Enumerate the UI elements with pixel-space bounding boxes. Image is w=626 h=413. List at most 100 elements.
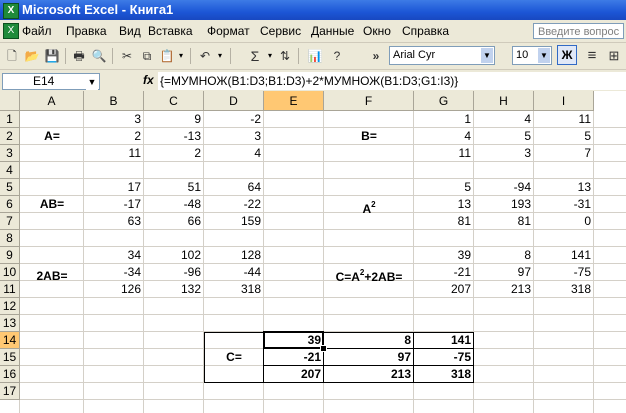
cell-c-1-3[interactable]: 141 <box>534 247 594 264</box>
menu-view[interactable]: Вид <box>119 23 141 39</box>
formula-input[interactable]: {=МУМНОЖ(B1:D3;B1:D3)+2*МУМНОЖ(B1:D3;G1:… <box>158 72 626 90</box>
row-header-11[interactable]: 11 <box>0 281 20 298</box>
cell-a-1-3[interactable]: -2 <box>204 111 264 128</box>
cell-ab-1-2[interactable]: 51 <box>144 179 204 196</box>
cell-a2-1-3[interactable]: 13 <box>534 179 594 196</box>
column-header-a[interactable]: A <box>20 91 84 111</box>
cell-twoab-1-2[interactable]: 102 <box>144 247 204 264</box>
cell-a2-3-3[interactable]: 0 <box>534 213 594 230</box>
print-preview-icon[interactable]: 🔍 <box>90 47 108 65</box>
cell-ab-2-3[interactable]: -22 <box>204 196 264 213</box>
font-name-select[interactable]: Arial Cyr ▼ <box>389 46 495 65</box>
cell-b-2-3[interactable]: 5 <box>534 128 594 145</box>
cell-twoab-2-1[interactable]: -34 <box>84 264 144 281</box>
cut-icon[interactable]: ✂ <box>118 47 136 65</box>
cell-a-2-1[interactable]: 2 <box>84 128 144 145</box>
column-header-f[interactable]: F <box>324 91 414 111</box>
autosum-icon[interactable]: Σ <box>246 47 264 65</box>
cell-c-2-3[interactable]: -75 <box>534 264 594 281</box>
new-document-icon[interactable]: 🗋 <box>3 47 21 65</box>
row-header-1[interactable]: 1 <box>0 111 20 128</box>
cell-twoab-3-3[interactable]: 318 <box>204 281 264 298</box>
column-header-d[interactable]: D <box>204 91 264 111</box>
open-folder-icon[interactable]: 📂 <box>23 47 41 65</box>
row-header-9[interactable]: 9 <box>0 247 20 264</box>
row-header-10[interactable]: 10 <box>0 264 20 281</box>
cell-twoab-1-1[interactable]: 34 <box>84 247 144 264</box>
paste-dropdown-icon[interactable]: ▾ <box>177 47 185 65</box>
row-header-15[interactable]: 15 <box>0 349 20 366</box>
menu-file[interactable]: Файл <box>22 23 52 39</box>
help-icon[interactable]: ? <box>328 47 346 65</box>
save-icon[interactable]: 💾 <box>43 47 61 65</box>
cell-ab-1-3[interactable]: 64 <box>204 179 264 196</box>
chart-wizard-icon[interactable]: 📊 <box>306 47 324 65</box>
align-left-icon[interactable]: ≡ <box>583 47 601 65</box>
cell-ab-2-1[interactable]: -17 <box>84 196 144 213</box>
cell-a-3-2[interactable]: 2 <box>144 145 204 162</box>
column-header-b[interactable]: B <box>84 91 144 111</box>
cell-ab-3-3[interactable]: 159 <box>204 213 264 230</box>
cell-twoab-3-1[interactable]: 126 <box>84 281 144 298</box>
cell-twoab-2-3[interactable]: -44 <box>204 264 264 281</box>
row-header-7[interactable]: 7 <box>0 213 20 230</box>
cell-b-1-3[interactable]: 11 <box>534 111 594 128</box>
row-header-5[interactable]: 5 <box>0 179 20 196</box>
cell-c-3-2[interactable]: 213 <box>474 281 534 298</box>
worksheet-grid[interactable]: A B C D E F G H I 1 2 3 4 5 6 7 8 9 10 11 12 13 14 15 16 17 3 9 -2 2-… <box>0 91 626 413</box>
cell-ab-2-2[interactable]: -48 <box>144 196 204 213</box>
cell-b-3-3[interactable]: 7 <box>534 145 594 162</box>
cell-a2-3-2[interactable]: 81 <box>474 213 534 230</box>
print-icon[interactable]: 🖶 <box>70 47 88 65</box>
cell-b-1-2[interactable]: 4 <box>474 111 534 128</box>
cell-a-2-2[interactable]: -13 <box>144 128 204 145</box>
help-question-input[interactable]: Введите вопрос <box>533 23 624 39</box>
undo-icon[interactable]: ↶ <box>196 47 214 65</box>
column-header-g[interactable]: G <box>414 91 474 111</box>
column-header-i[interactable]: I <box>534 91 594 111</box>
cell-a-2-3[interactable]: 3 <box>204 128 264 145</box>
cell-c-1-2[interactable]: 8 <box>474 247 534 264</box>
column-header-e[interactable]: E <box>264 91 324 111</box>
row-header-4[interactable]: 4 <box>0 162 20 179</box>
more-buttons-chevron-icon[interactable]: » <box>367 47 385 65</box>
cell-c-3-3[interactable]: 318 <box>534 281 594 298</box>
cell-a-3-1[interactable]: 11 <box>84 145 144 162</box>
copy-icon[interactable]: ⧉ <box>138 47 156 65</box>
paste-icon[interactable]: 📋 <box>158 47 176 65</box>
row-header-2[interactable]: 2 <box>0 128 20 145</box>
excel-app-icon[interactable]: X <box>3 3 19 19</box>
cell-twoab-1-3[interactable]: 128 <box>204 247 264 264</box>
row-header-16[interactable]: 16 <box>0 366 20 383</box>
row-header-12[interactable]: 12 <box>0 298 20 315</box>
menu-insert[interactable]: Вставка <box>148 23 193 39</box>
menu-help[interactable]: Справка <box>402 23 449 39</box>
cell-a2-3-1[interactable]: 81 <box>414 213 474 230</box>
row-header-6[interactable]: 6 <box>0 196 20 213</box>
cell-a2-2-3[interactable]: -31 <box>534 196 594 213</box>
cell-b-1-1[interactable]: 1 <box>414 111 474 128</box>
row-header-8[interactable]: 8 <box>0 230 20 247</box>
cell-ab-3-1[interactable]: 63 <box>84 213 144 230</box>
workbook-icon[interactable]: X <box>3 23 19 39</box>
cell-twoab-3-2[interactable]: 132 <box>144 281 204 298</box>
cell-c-2-1[interactable]: -21 <box>414 264 474 281</box>
cell-c-3-1[interactable]: 207 <box>414 281 474 298</box>
bold-button[interactable]: Ж <box>557 45 577 65</box>
column-header-c[interactable]: C <box>144 91 204 111</box>
cell-a2-2-2[interactable]: 193 <box>474 196 534 213</box>
cell-ab-1-1[interactable]: 17 <box>84 179 144 196</box>
cell-b-3-1[interactable]: 11 <box>414 145 474 162</box>
cell-a2-2-1[interactable]: 13 <box>414 196 474 213</box>
active-cell-selection[interactable] <box>263 331 324 349</box>
chevron-down-icon[interactable]: ▼ <box>86 75 98 90</box>
fill-handle[interactable] <box>320 345 327 352</box>
name-box[interactable]: E14 ▼ <box>2 73 100 90</box>
row-header-13[interactable]: 13 <box>0 315 20 332</box>
menu-format[interactable]: Формат <box>207 23 250 39</box>
menu-tools[interactable]: Сервис <box>260 23 301 39</box>
menu-edit[interactable]: Правка <box>66 23 107 39</box>
row-header-17[interactable]: 17 <box>0 383 20 400</box>
cell-c-2-2[interactable]: 97 <box>474 264 534 281</box>
cell-b-2-2[interactable]: 5 <box>474 128 534 145</box>
